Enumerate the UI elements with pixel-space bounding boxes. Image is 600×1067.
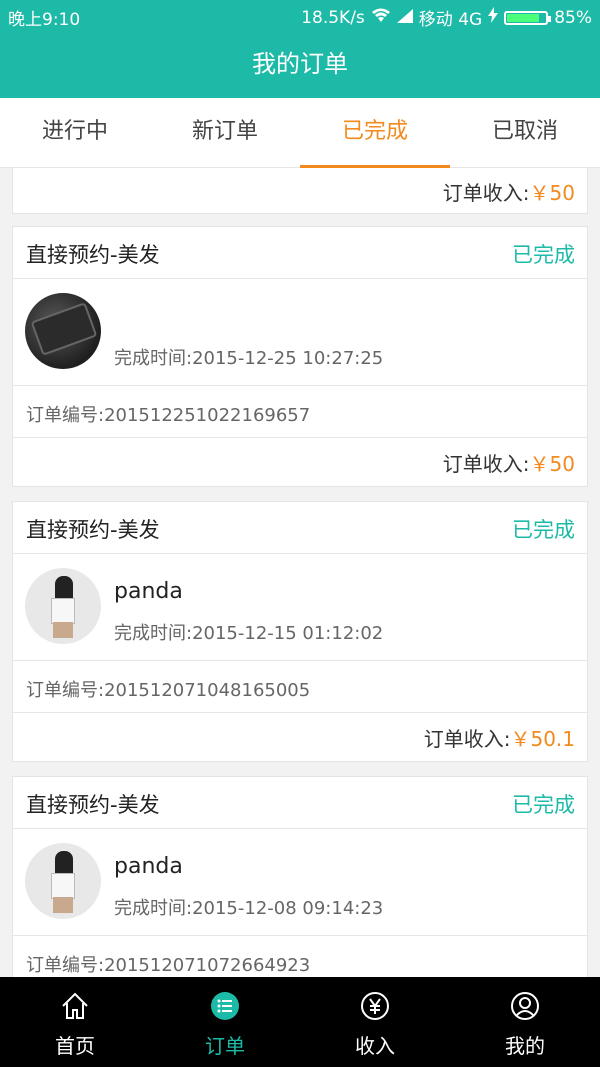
nav-label: 我的 [505, 1034, 545, 1058]
tab-in-progress[interactable]: 进行中 [0, 98, 150, 167]
service-name: 直接预约-美发 [26, 518, 160, 542]
income-row: 订单收入:￥50 [13, 438, 587, 486]
customer-row: panda 完成时间:2015-12-08 09:14:23 [13, 829, 587, 936]
wifi-icon [371, 7, 391, 28]
avatar [25, 293, 101, 369]
order-header: 直接预约-美发 已完成 [13, 502, 587, 554]
service-name: 直接预约-美发 [26, 793, 160, 817]
user-icon [510, 991, 540, 1021]
order-header: 直接预约-美发 已完成 [13, 227, 587, 279]
income-row: 订单收入:￥50 [13, 168, 587, 215]
income-amount: ￥50.1 [510, 727, 575, 751]
nav-label: 收入 [355, 1034, 395, 1058]
order-number-row: 订单编号:201512071072664923 [13, 936, 587, 977]
bottom-nav: 首页 订单 收入 我的 [0, 977, 600, 1067]
completion-time: 完成时间:2015-12-25 10:27:25 [114, 348, 384, 369]
signal-icon [396, 8, 413, 28]
app-bar: 我的订单 [0, 30, 600, 98]
order-income: 订单收入:￥50.1 [424, 723, 575, 752]
tab-new-orders[interactable]: 新订单 [150, 98, 300, 167]
order-list[interactable]: 订单收入:￥50 直接预约-美发 已完成 完成时间:2015-12-25 10:… [0, 168, 600, 977]
order-income: 订单收入:￥50 [443, 177, 575, 206]
order-income: 订单收入:￥50 [443, 448, 575, 477]
completion-time: 完成时间:2015-12-15 01:12:02 [114, 623, 384, 644]
nav-orders[interactable]: 订单 [150, 977, 300, 1067]
completion-time: 完成时间:2015-12-08 09:14:23 [114, 898, 384, 919]
order-number: 订单编号:201512071072664923 [26, 955, 311, 976]
order-card[interactable]: 直接预约-美发 已完成 panda 完成时间:2015-12-08 09:14:… [12, 776, 588, 977]
customer-row: 完成时间:2015-12-25 10:27:25 [13, 279, 587, 386]
nav-income[interactable]: 收入 [300, 977, 450, 1067]
income-row: 订单收入:￥50.1 [13, 713, 587, 761]
charging-icon [488, 7, 499, 28]
battery-percent: 85% [554, 7, 592, 28]
nav-label: 订单 [205, 1034, 245, 1058]
service-name: 直接预约-美发 [26, 243, 160, 267]
carrier: 移动 4G [418, 10, 483, 30]
avatar [25, 568, 101, 644]
customer-name: panda [114, 579, 183, 604]
order-card[interactable]: 订单收入:￥50 [12, 168, 588, 214]
order-card[interactable]: 直接预约-美发 已完成 完成时间:2015-12-25 10:27:25 订单编… [12, 226, 588, 487]
nav-home[interactable]: 首页 [0, 977, 150, 1067]
page-title: 我的订单 [252, 50, 348, 78]
yuan-icon [360, 991, 390, 1021]
battery-icon [504, 10, 552, 25]
status-bar: 晚上9:10 18.5K/s 移动 4G 85% [0, 0, 600, 30]
home-icon [60, 991, 90, 1021]
status-right: 18.5K/s 移动 4G 85% [301, 5, 592, 30]
order-header: 直接预约-美发 已完成 [13, 777, 587, 829]
nav-label: 首页 [55, 1034, 95, 1058]
order-card[interactable]: 直接预约-美发 已完成 panda 完成时间:2015-12-15 01:12:… [12, 501, 588, 762]
status-time: 晚上9:10 [8, 10, 81, 30]
order-status: 已完成 [512, 243, 575, 267]
list-icon [210, 991, 240, 1021]
customer-row: panda 完成时间:2015-12-15 01:12:02 [13, 554, 587, 661]
nav-profile[interactable]: 我的 [450, 977, 600, 1067]
order-number: 订单编号:201512071048165005 [26, 680, 311, 701]
tab-completed[interactable]: 已完成 [300, 98, 450, 168]
order-tabs: 进行中 新订单 已完成 已取消 [0, 98, 600, 168]
order-number-row: 订单编号:201512251022169657 [13, 386, 587, 438]
order-number: 订单编号:201512251022169657 [26, 405, 311, 426]
income-amount: ￥50 [529, 452, 575, 476]
income-label: 订单收入: [423, 727, 511, 751]
avatar [25, 843, 101, 919]
income-label: 订单收入: [442, 452, 530, 476]
order-status: 已完成 [512, 518, 575, 542]
income-label: 订单收入: [442, 181, 530, 205]
income-amount: ￥50 [529, 181, 575, 205]
customer-name: panda [114, 854, 183, 879]
network-speed: 18.5K/s [301, 7, 365, 28]
order-number-row: 订单编号:201512071048165005 [13, 661, 587, 713]
order-status: 已完成 [512, 793, 575, 817]
tab-cancelled[interactable]: 已取消 [450, 98, 600, 167]
